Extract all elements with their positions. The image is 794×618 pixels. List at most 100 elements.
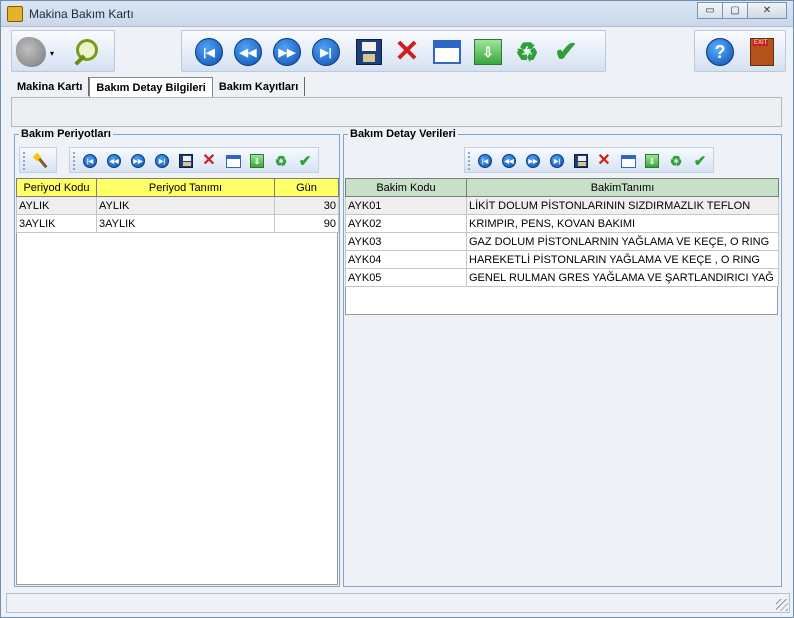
right-delete-button[interactable]: ✕ [596,153,612,169]
previous-record-button[interactable]: ◀◀ [233,37,263,67]
cell-bakim-tanimi[interactable]: LİKİT DOLUM PİSTONLARININ SIZDIRMAZLIK T… [466,196,779,215]
cell-bakim-kodu[interactable]: AYK01 [345,196,467,215]
export-button[interactable]: ⇩ [473,37,503,67]
cell-gun[interactable]: 30 [274,196,339,215]
close-button[interactable]: ✕ [747,2,787,19]
exit-button[interactable] [747,37,777,67]
cell-bakim-tanimi[interactable]: GENEL RULMAN GRES YAĞLAMA VE ŞARTLANDIRI… [466,268,779,287]
table-header-row: Periyod Kodu Periyod Tanımı Gün [16,178,339,197]
delete-icon: ✕ [202,152,216,169]
left-delete-button[interactable]: ✕ [201,153,217,169]
wand-button[interactable] [33,153,49,169]
cell-periyod-kodu[interactable]: 3AYLIK [16,214,97,233]
bakim-detay-table: Bakim Kodu BakimTanımı AYK01 LİKİT DOLUM… [345,178,779,287]
confirm-icon: ✔ [693,152,707,170]
right-confirm-button[interactable]: ✔ [692,153,708,169]
left-confirm-button[interactable]: ✔ [297,153,313,169]
confirm-button[interactable]: ✔ [551,37,581,67]
right-refresh-button[interactable]: ♻ [668,153,684,169]
cell-bakim-tanimi[interactable]: KRIMPIR, PENS, KOVAN BAKIMI [466,214,779,233]
table-row[interactable]: 3AYLIK 3AYLIK 90 [16,214,339,233]
help-icon: ? [706,38,734,66]
gray-blob-button[interactable] [16,37,46,67]
delete-button[interactable]: ✕ [392,37,422,67]
right-next-button[interactable]: ▶▶ [525,153,541,169]
last-record-icon: ▶| [550,154,564,168]
confirm-icon: ✔ [554,36,578,67]
dropdown-arrow-icon[interactable]: ▾ [50,49,54,58]
table-row[interactable]: AYK03 GAZ DOLUM PİSTONLARNIN YAĞLAMA VE … [345,232,779,251]
table-row[interactable]: AYK04 HAREKETLİ PİSTONLARIN YAĞLAMA VE K… [345,250,779,269]
save-button[interactable] [354,37,384,67]
cell-periyod-tanimi[interactable]: AYLIK [96,196,275,215]
minimize-button[interactable]: ▭ [697,2,723,19]
right-export-button[interactable]: ⇩ [644,153,660,169]
maximize-button[interactable]: ▢ [722,2,748,19]
tab-makina-karti[interactable]: Makina Kartı [11,77,90,96]
right-last-button[interactable]: ▶| [549,153,565,169]
cell-bakim-tanimi[interactable]: HAREKETLİ PİSTONLARIN YAĞLAMA VE KEÇE , … [466,250,779,269]
app-icon [7,6,23,22]
left-save-button[interactable] [178,153,194,169]
cell-periyod-kodu[interactable]: AYLIK [16,196,97,215]
toolbar-grip[interactable] [23,152,25,170]
table-row[interactable]: AYK02 KRIMPIR, PENS, KOVAN BAKIMI [345,214,779,233]
resize-grip-icon[interactable] [776,599,788,611]
calendar-icon [433,40,461,64]
left-next-button[interactable]: ▶▶ [130,153,146,169]
toolbar-grip[interactable] [73,152,75,170]
left-calendar-button[interactable] [225,153,241,169]
left-first-button[interactable]: |◀ [82,153,98,169]
column-header-periyod-tanimi[interactable]: Periyod Tanımı [96,178,275,197]
left-last-button[interactable]: ▶| [154,153,170,169]
table-row[interactable]: AYK05 GENEL RULMAN GRES YAĞLAMA VE ŞARTL… [345,268,779,287]
previous-record-icon: ◀◀ [502,154,516,168]
first-record-button[interactable]: |◀ [194,37,224,67]
calendar-button[interactable] [432,37,462,67]
left-export-button[interactable]: ⇩ [249,153,265,169]
table-row[interactable]: AYLIK AYLIK 30 [16,196,339,215]
left-prev-button[interactable]: ◀◀ [106,153,122,169]
tab-bakim-kayitlari[interactable]: Bakım Kayıtları [213,77,306,96]
main-window: Makina Bakım Kartı ▭ ▢ ✕ ▾ |◀ ◀◀ ▶▶ ▶| ✕… [0,0,794,618]
cell-bakim-kodu[interactable]: AYK03 [345,232,467,251]
help-button[interactable]: ? [705,37,735,67]
search-button[interactable] [70,37,100,67]
left-grid-area [16,178,338,585]
last-record-button[interactable]: ▶| [311,37,341,67]
export-icon: ⇩ [474,39,502,65]
window-title: Makina Bakım Kartı [29,7,134,21]
toolbar-grip[interactable] [468,152,470,170]
left-refresh-button[interactable]: ♻ [273,153,289,169]
cell-gun[interactable]: 90 [274,214,339,233]
refresh-button[interactable]: ♻ [512,37,542,67]
table-row[interactable]: AYK01 LİKİT DOLUM PİSTONLARININ SIZDIRMA… [345,196,779,215]
column-header-gun[interactable]: Gün [274,178,339,197]
cell-bakim-kodu[interactable]: AYK04 [345,250,467,269]
last-record-icon: ▶| [155,154,169,168]
cell-bakim-tanimi[interactable]: GAZ DOLUM PİSTONLARNIN YAĞLAMA VE KEÇE, … [466,232,779,251]
column-header-periyod-kodu[interactable]: Periyod Kodu [16,178,97,197]
cell-bakim-kodu[interactable]: AYK02 [345,214,467,233]
right-save-button[interactable] [573,153,589,169]
title-bar[interactable]: Makina Bakım Kartı ▭ ▢ ✕ [1,1,793,27]
column-header-bakim-tanimi[interactable]: BakimTanımı [466,178,779,197]
confirm-icon: ✔ [298,152,312,170]
first-record-icon: |◀ [83,154,97,168]
tab-info-strip [11,97,782,127]
status-bar [6,593,790,613]
right-panel-title: Bakım Detay Verileri [348,128,458,140]
previous-record-icon: ◀◀ [107,154,121,168]
save-icon [574,154,588,168]
next-record-button[interactable]: ▶▶ [272,37,302,67]
cell-periyod-tanimi[interactable]: 3AYLIK [96,214,275,233]
right-calendar-button[interactable] [620,153,636,169]
column-header-bakim-kodu[interactable]: Bakim Kodu [345,178,467,197]
cell-bakim-kodu[interactable]: AYK05 [345,268,467,287]
save-icon [179,154,193,168]
toolbar-group-search: ▾ [11,30,115,72]
right-prev-button[interactable]: ◀◀ [501,153,517,169]
right-first-button[interactable]: |◀ [477,153,493,169]
right-panel: Bakım Detay Verileri |◀ ◀◀ ▶▶ ▶| ✕ ⇩ ♻ ✔… [343,128,782,587]
tab-bakim-detay-bilgileri[interactable]: Bakım Detay Bilgileri [89,77,213,97]
